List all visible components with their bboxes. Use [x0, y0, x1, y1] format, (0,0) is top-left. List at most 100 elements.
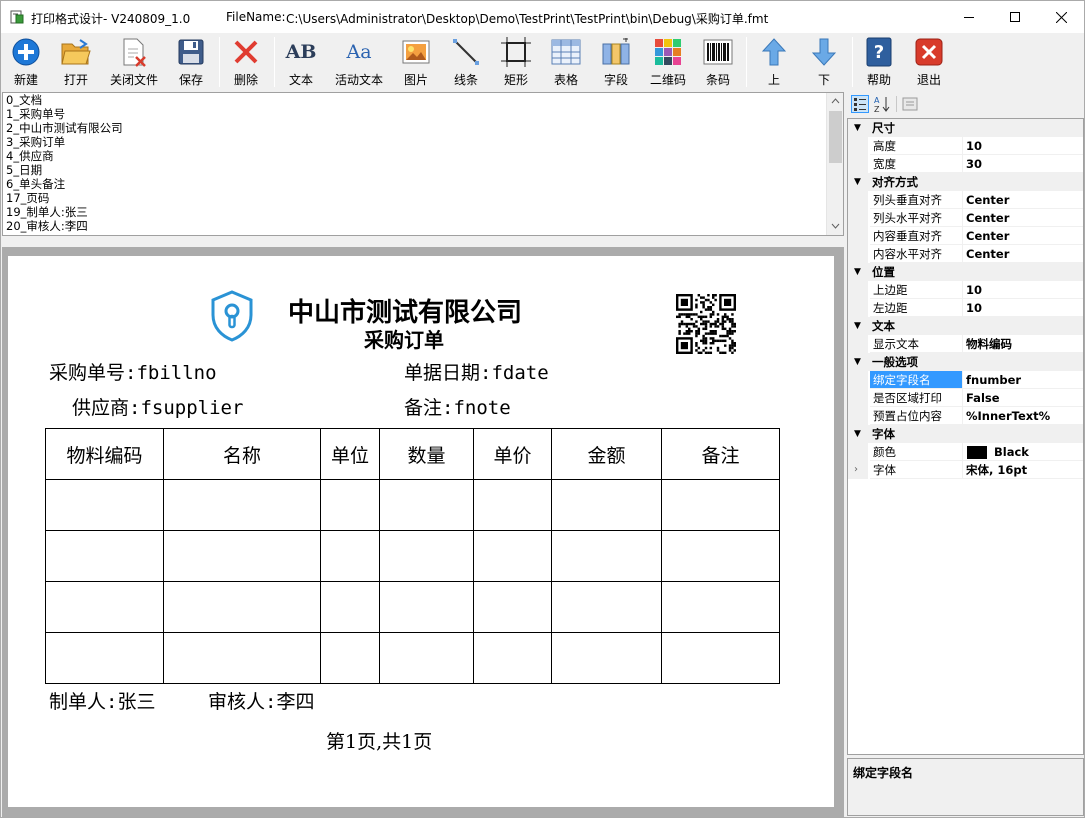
- category-font[interactable]: ▼ 字体: [848, 425, 1083, 443]
- bill-number-field[interactable]: 采购单号:fbillno: [49, 358, 217, 385]
- exit-button[interactable]: 退出: [910, 35, 948, 89]
- delete-button[interactable]: 删除: [227, 35, 265, 89]
- table-cell[interactable]: [45, 479, 164, 531]
- list-item[interactable]: 17_页码: [3, 191, 843, 205]
- categorized-view-icon[interactable]: [851, 95, 869, 113]
- prop-color[interactable]: 颜色 Black: [848, 443, 1083, 461]
- move-down-button[interactable]: 下: [805, 35, 843, 89]
- prop-header-halign[interactable]: 列头水平对齐 Center: [848, 209, 1083, 227]
- property-pages-icon[interactable]: [902, 96, 918, 112]
- table-cell[interactable]: [661, 479, 780, 531]
- collapse-icon[interactable]: ▼: [854, 263, 861, 281]
- table-cell[interactable]: [551, 581, 662, 633]
- table-cell[interactable]: [163, 632, 321, 684]
- collapse-icon[interactable]: ▼: [854, 425, 861, 443]
- table-cell[interactable]: [45, 632, 164, 684]
- table-cell[interactable]: [163, 479, 321, 531]
- prop-content-halign[interactable]: 内容水平对齐 Center: [848, 245, 1083, 263]
- qrcode-element[interactable]: [676, 294, 736, 354]
- detail-table[interactable]: 物料编码 名称 单位 数量 单价 金额 备注: [45, 428, 780, 684]
- prop-height[interactable]: 高度 10: [848, 137, 1083, 155]
- table-cell[interactable]: [320, 479, 380, 531]
- active-text-button[interactable]: Aa 活动文本: [331, 35, 387, 89]
- object-list[interactable]: 0_文档 1_采购单号 2_中山市测试有限公司 3_采购订单 4_供应商 5_日期 6_单头…: [2, 92, 844, 236]
- page-number-field[interactable]: 第1页,共1页: [326, 727, 432, 754]
- prop-width[interactable]: 宽度 30: [848, 155, 1083, 173]
- table-cell[interactable]: [379, 632, 474, 684]
- qrcode-button[interactable]: 二维码: [647, 35, 689, 89]
- table-header-cell[interactable]: 物料编码: [45, 428, 164, 480]
- text-button[interactable]: AB 文本: [282, 35, 320, 89]
- table-cell[interactable]: [661, 530, 780, 582]
- close-button[interactable]: [1038, 1, 1084, 33]
- table-cell[interactable]: [473, 530, 552, 582]
- category-alignment[interactable]: ▼ 对齐方式: [848, 173, 1083, 191]
- print-canvas[interactable]: 中山市测试有限公司 采购订单 采购单号:fbillno 单据日期:fdate 供…: [8, 256, 834, 807]
- open-button[interactable]: 打开: [57, 35, 95, 89]
- prop-content-valign[interactable]: 内容垂直对齐 Center: [848, 227, 1083, 245]
- category-size[interactable]: ▼ 尺寸: [848, 119, 1083, 137]
- prop-header-valign[interactable]: 列头垂直对齐 Center: [848, 191, 1083, 209]
- collapse-icon[interactable]: ▼: [854, 353, 861, 371]
- object-list-scrollbar[interactable]: [826, 93, 843, 235]
- reviewer-field[interactable]: 审核人:李四: [208, 687, 314, 714]
- list-item[interactable]: 19_制单人:张三: [3, 205, 843, 219]
- move-up-button[interactable]: 上: [755, 35, 793, 89]
- maker-field[interactable]: 制单人:张三: [49, 687, 155, 714]
- list-item[interactable]: 20_审核人:李四: [3, 219, 843, 233]
- table-button[interactable]: 表格: [547, 35, 585, 89]
- table-cell[interactable]: [551, 632, 662, 684]
- list-item[interactable]: 5_日期: [3, 163, 843, 177]
- save-button[interactable]: 保存: [172, 35, 210, 89]
- table-header-cell[interactable]: 单价: [473, 428, 552, 480]
- table-header-cell[interactable]: 单位: [320, 428, 380, 480]
- list-item[interactable]: 0_文档: [3, 93, 843, 107]
- note-field[interactable]: 备注:fnote: [404, 393, 511, 420]
- list-item[interactable]: 6_单头备注: [3, 177, 843, 191]
- collapse-icon[interactable]: ▼: [854, 317, 861, 335]
- scroll-up-icon[interactable]: [831, 97, 840, 106]
- table-cell[interactable]: [473, 581, 552, 633]
- list-item[interactable]: 1_采购单号: [3, 107, 843, 121]
- prop-area-print[interactable]: 是否区域打印 False: [848, 389, 1083, 407]
- prop-placeholder[interactable]: 预置占位内容 %InnerText%: [848, 407, 1083, 425]
- new-button[interactable]: 新建: [7, 35, 45, 89]
- table-cell[interactable]: [379, 479, 474, 531]
- scroll-thumb[interactable]: [829, 111, 842, 163]
- list-item[interactable]: 2_中山市测试有限公司: [3, 121, 843, 135]
- table-cell[interactable]: [551, 479, 662, 531]
- table-cell[interactable]: [661, 632, 780, 684]
- table-header-cell[interactable]: 数量: [379, 428, 474, 480]
- field-button[interactable]: 字段: [597, 35, 635, 89]
- help-button[interactable]: ? 帮助: [860, 35, 898, 89]
- table-cell[interactable]: [320, 581, 380, 633]
- collapse-icon[interactable]: ▼: [854, 119, 861, 137]
- collapse-icon[interactable]: ▼: [854, 173, 861, 191]
- table-cell[interactable]: [163, 530, 321, 582]
- supplier-field[interactable]: 供应商:fsupplier: [72, 393, 243, 420]
- bill-date-field[interactable]: 单据日期:fdate: [404, 358, 549, 385]
- table-header-cell[interactable]: 金额: [551, 428, 662, 480]
- barcode-button[interactable]: 条码: [699, 35, 737, 89]
- prop-bind-field[interactable]: 绑定字段名 fnumber: [848, 371, 1083, 389]
- table-cell[interactable]: [661, 581, 780, 633]
- document-title[interactable]: 采购订单: [364, 324, 444, 353]
- table-cell[interactable]: [379, 581, 474, 633]
- prop-left-margin[interactable]: 左边距 10: [848, 299, 1083, 317]
- shield-logo-icon[interactable]: [208, 289, 256, 343]
- table-header-cell[interactable]: 名称: [163, 428, 321, 480]
- table-cell[interactable]: [45, 530, 164, 582]
- table-cell[interactable]: [379, 530, 474, 582]
- category-position[interactable]: ▼ 位置: [848, 263, 1083, 281]
- prop-display-text[interactable]: 显示文本 物料编码: [848, 335, 1083, 353]
- minimize-button[interactable]: [946, 1, 992, 33]
- table-cell[interactable]: [163, 581, 321, 633]
- category-general[interactable]: ▼ 一般选项: [848, 353, 1083, 371]
- table-cell[interactable]: [473, 632, 552, 684]
- maximize-button[interactable]: [992, 1, 1038, 33]
- prop-top-margin[interactable]: 上边距 10: [848, 281, 1083, 299]
- category-text[interactable]: ▼ 文本: [848, 317, 1083, 335]
- table-cell[interactable]: [320, 530, 380, 582]
- table-header-cell[interactable]: 备注: [661, 428, 780, 480]
- table-cell[interactable]: [473, 479, 552, 531]
